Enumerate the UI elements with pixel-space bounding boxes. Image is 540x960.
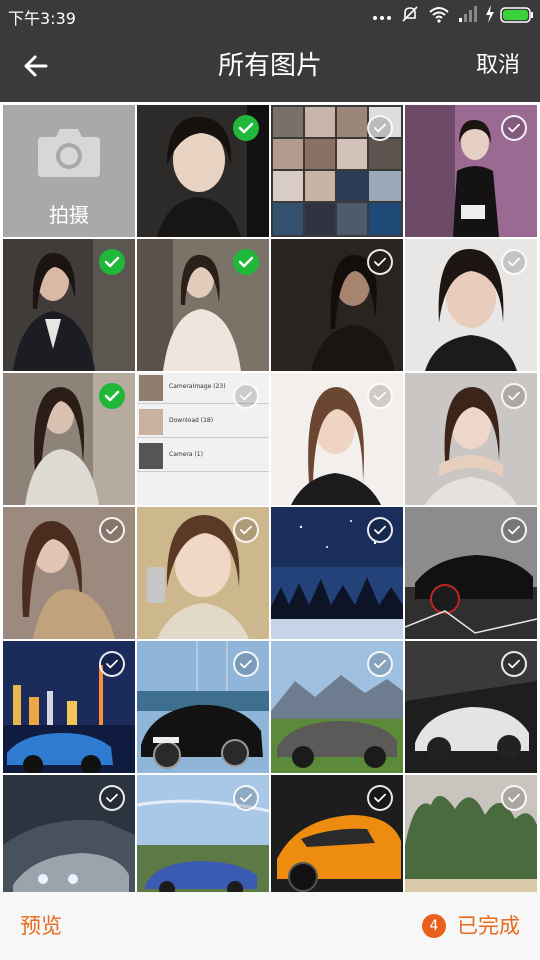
photo-tile[interactable] bbox=[3, 239, 135, 371]
album-row-label: Camera (1) bbox=[169, 451, 203, 458]
charging-icon bbox=[486, 5, 494, 23]
photo-tile[interactable] bbox=[137, 239, 269, 371]
unselected-check-icon[interactable] bbox=[501, 785, 527, 811]
camera-tile[interactable]: 拍摄 bbox=[3, 105, 135, 237]
unselected-check-icon[interactable] bbox=[367, 785, 393, 811]
wifi-icon bbox=[429, 7, 449, 23]
status-time: 下午3:39 bbox=[8, 9, 76, 28]
signal-icon bbox=[459, 6, 477, 22]
album-thumb bbox=[139, 443, 163, 469]
camera-label: 拍摄 bbox=[49, 203, 89, 227]
arrow-left-icon bbox=[24, 55, 48, 77]
page-title: 所有图片 bbox=[217, 51, 322, 81]
photo-tile[interactable] bbox=[271, 775, 403, 892]
photo-tile[interactable] bbox=[405, 105, 537, 237]
photo-tile[interactable] bbox=[137, 775, 269, 892]
unselected-check-icon[interactable] bbox=[233, 785, 259, 811]
battery-icon bbox=[500, 7, 533, 23]
unselected-check-icon[interactable] bbox=[367, 383, 393, 409]
album-row-label: Download (18) bbox=[169, 417, 214, 424]
photo-tile[interactable] bbox=[271, 641, 403, 773]
photo-tile[interactable] bbox=[137, 507, 269, 639]
photo-tile[interactable] bbox=[3, 373, 135, 505]
photo-tile[interactable] bbox=[3, 641, 135, 773]
album-row: Download (18) bbox=[137, 407, 269, 438]
album-thumb bbox=[139, 409, 163, 435]
photo-tile[interactable] bbox=[405, 641, 537, 773]
selected-check-icon[interactable] bbox=[233, 115, 259, 141]
photo-tile[interactable] bbox=[405, 507, 537, 639]
album-row-label: CameraImage (23) bbox=[169, 383, 226, 390]
photo-tile[interactable]: CameraImage (23) Download (18) Camera (1… bbox=[137, 373, 269, 505]
unselected-check-icon[interactable] bbox=[233, 383, 259, 409]
unselected-check-icon[interactable] bbox=[501, 517, 527, 543]
selected-check-icon[interactable] bbox=[99, 383, 125, 409]
preview-button[interactable]: 预览 bbox=[20, 892, 62, 960]
unselected-check-icon[interactable] bbox=[501, 651, 527, 677]
mute-icon bbox=[402, 6, 418, 22]
album-row: Camera (1) bbox=[137, 441, 269, 472]
unselected-check-icon[interactable] bbox=[501, 249, 527, 275]
more-dots-icon bbox=[373, 16, 391, 20]
unselected-check-icon[interactable] bbox=[233, 651, 259, 677]
photo-tile[interactable] bbox=[137, 105, 269, 237]
photo-tile[interactable] bbox=[405, 775, 537, 892]
unselected-check-icon[interactable] bbox=[367, 249, 393, 275]
selected-count-badge: 4 bbox=[422, 914, 446, 938]
camera-icon bbox=[38, 129, 100, 177]
app-bar: 所有图片 取消 bbox=[0, 30, 540, 102]
album-thumb bbox=[139, 375, 163, 401]
photo-tile[interactable] bbox=[137, 641, 269, 773]
photo-tile[interactable] bbox=[271, 373, 403, 505]
photo-tile[interactable] bbox=[271, 105, 403, 237]
selected-check-icon[interactable] bbox=[99, 249, 125, 275]
unselected-check-icon[interactable] bbox=[501, 115, 527, 141]
back-button[interactable] bbox=[18, 48, 54, 84]
cancel-button[interactable]: 取消 bbox=[476, 30, 520, 102]
photo-tile[interactable] bbox=[271, 507, 403, 639]
selected-check-icon[interactable] bbox=[233, 249, 259, 275]
photo-tile[interactable] bbox=[3, 775, 135, 892]
unselected-check-icon[interactable] bbox=[233, 517, 259, 543]
unselected-check-icon[interactable] bbox=[501, 383, 527, 409]
photo-tile[interactable] bbox=[3, 507, 135, 639]
unselected-check-icon[interactable] bbox=[367, 651, 393, 677]
unselected-check-icon[interactable] bbox=[99, 517, 125, 543]
photo-tile[interactable] bbox=[405, 239, 537, 371]
done-label: 已完成 bbox=[457, 914, 520, 938]
photo-tile[interactable] bbox=[405, 373, 537, 505]
done-button[interactable]: 4 已完成 bbox=[390, 892, 520, 960]
status-bar: 下午3:39 bbox=[0, 0, 540, 30]
unselected-check-icon[interactable] bbox=[367, 115, 393, 141]
photo-grid[interactable]: 拍摄 CameraImage (23) Download (18) Camera… bbox=[0, 102, 540, 892]
unselected-check-icon[interactable] bbox=[99, 651, 125, 677]
unselected-check-icon[interactable] bbox=[367, 517, 393, 543]
unselected-check-icon[interactable] bbox=[99, 785, 125, 811]
photo-tile[interactable] bbox=[271, 239, 403, 371]
bottom-bar: 预览 4 已完成 bbox=[0, 892, 540, 960]
